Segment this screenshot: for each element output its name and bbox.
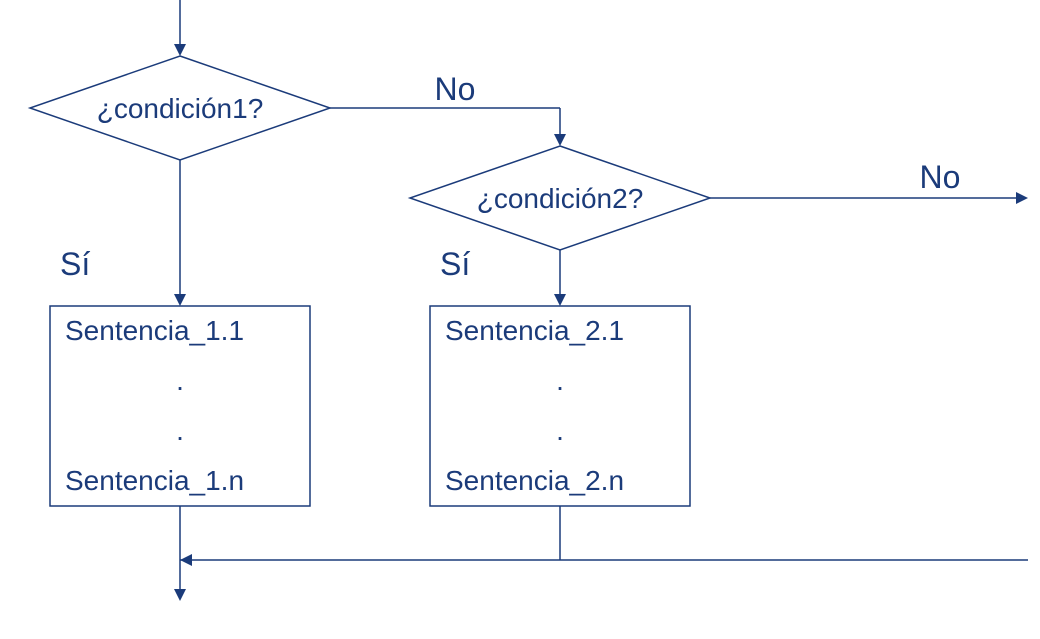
process2-line4: Sentencia_2.n	[445, 465, 624, 496]
decision1-yes-label: Sí	[60, 246, 90, 282]
edge-d1-no: No	[330, 71, 566, 146]
process1-line1: Sentencia_1.1	[65, 315, 244, 346]
decision1-no-label: No	[435, 71, 476, 107]
process2-line3: .	[556, 415, 564, 446]
process2-line1: Sentencia_2.1	[445, 315, 624, 346]
process1-line4: Sentencia_1.n	[65, 465, 244, 496]
edge-start-to-d1	[174, 0, 186, 56]
edge-merge-exit	[174, 506, 1028, 601]
process1-node: Sentencia_1.1 . . Sentencia_1.n	[50, 306, 310, 506]
decision2-no-label: No	[920, 159, 961, 195]
process1-line2: .	[176, 365, 184, 396]
decision1-label: ¿condición1?	[97, 93, 264, 124]
edge-d2-yes: Sí	[440, 246, 566, 306]
decision2-yes-label: Sí	[440, 246, 470, 282]
flowchart-diagram: ¿condición1? No Sí ¿condición2? No Sí Se…	[0, 0, 1040, 639]
process2-line2: .	[556, 365, 564, 396]
decision2-label: ¿condición2?	[477, 183, 644, 214]
process2-node: Sentencia_2.1 . . Sentencia_2.n	[430, 306, 690, 506]
decision1-node: ¿condición1?	[30, 56, 330, 160]
decision2-node: ¿condición2?	[410, 146, 710, 250]
edge-d1-yes: Sí	[60, 160, 186, 306]
edge-d2-no: No	[710, 159, 1028, 204]
process1-line3: .	[176, 415, 184, 446]
